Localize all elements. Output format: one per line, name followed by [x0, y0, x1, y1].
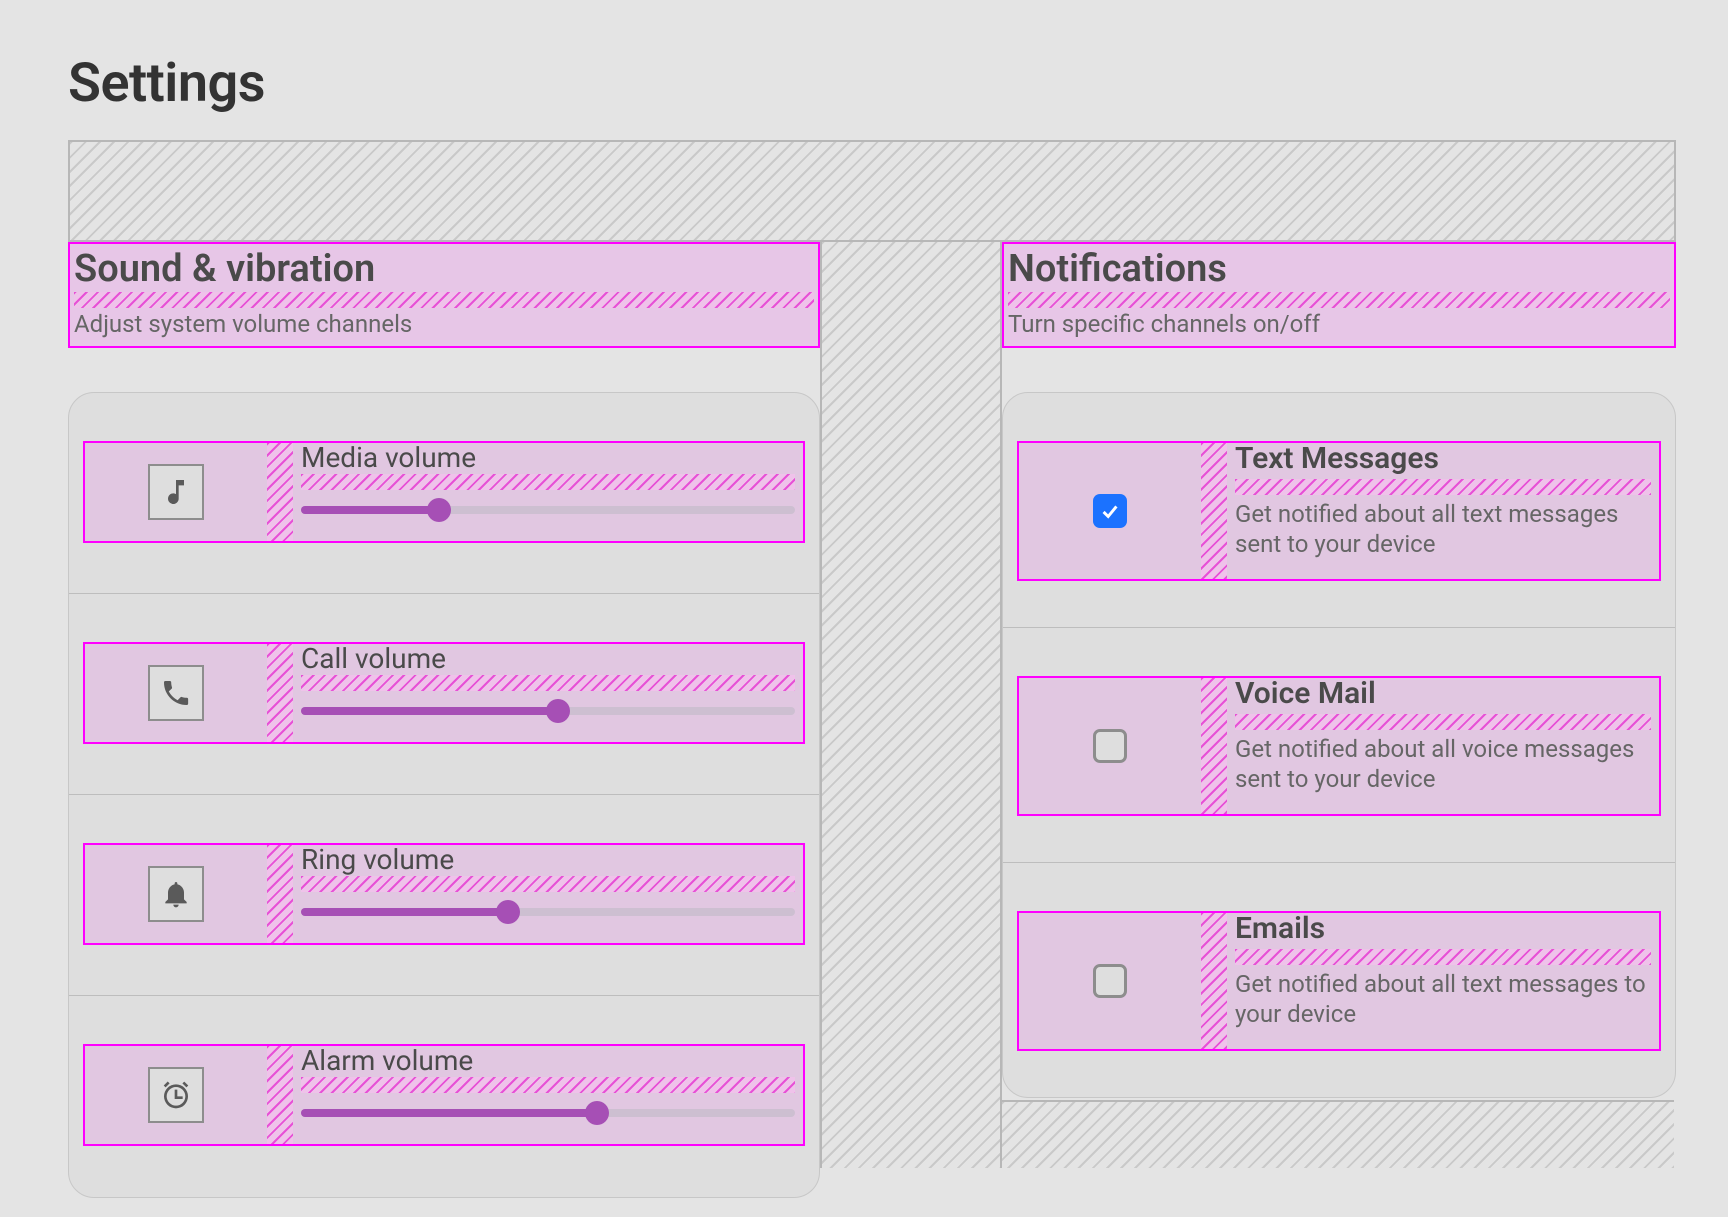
call-volume-slider[interactable] — [301, 697, 795, 725]
phone-icon — [148, 665, 204, 721]
ring-volume-slider[interactable] — [301, 898, 795, 926]
music-note-icon — [148, 464, 204, 520]
layout-band-middle — [820, 242, 1002, 1168]
volume-content: Alarm volume — [293, 1046, 803, 1144]
overlay-box: Ring volume — [83, 843, 805, 945]
page-title: Settings — [68, 52, 265, 115]
notification-row-text-messages: Text Messages Get notified about all tex… — [1003, 393, 1675, 628]
volume-content: Ring volume — [293, 845, 803, 943]
overlay-strip — [1201, 443, 1227, 579]
volume-label: Media volume — [301, 443, 795, 472]
sound-section-title: Sound & vibration — [74, 250, 814, 290]
sound-panel: Media volume Call volume — [68, 392, 820, 1198]
overlay-strip — [267, 443, 293, 541]
volume-row-alarm: Alarm volume — [69, 996, 819, 1197]
notification-content: Emails Get notified about all text messa… — [1227, 913, 1659, 1049]
volume-label: Alarm volume — [301, 1046, 795, 1075]
alarm-icon — [148, 1067, 204, 1123]
overlay-strip — [267, 845, 293, 943]
volume-icon-cell — [85, 845, 267, 943]
volume-icon-cell — [85, 443, 267, 541]
overlay-strip — [1235, 479, 1651, 495]
overlay-box: Text Messages Get notified about all tex… — [1017, 441, 1661, 581]
notification-title: Emails — [1235, 913, 1651, 945]
emails-checkbox[interactable] — [1093, 964, 1127, 998]
notification-checkbox-cell — [1019, 678, 1201, 814]
notification-title: Text Messages — [1235, 443, 1651, 475]
notification-row-emails: Emails Get notified about all text messa… — [1003, 863, 1675, 1098]
notification-content: Voice Mail Get notified about all voice … — [1227, 678, 1659, 814]
volume-row-call: Call volume — [69, 594, 819, 795]
text-messages-checkbox[interactable] — [1093, 494, 1127, 528]
notifications-panel: Text Messages Get notified about all tex… — [1002, 392, 1676, 1098]
notification-description: Get notified about all text messages sen… — [1235, 499, 1651, 559]
volume-label: Call volume — [301, 644, 795, 673]
notification-description: Get notified about all voice messages se… — [1235, 734, 1651, 794]
overlay-strip — [1235, 714, 1651, 730]
layout-band-top — [68, 140, 1676, 242]
sound-section-header: Sound & vibration Adjust system volume c… — [68, 242, 820, 348]
volume-row-media: Media volume — [69, 393, 819, 594]
overlay-strip — [301, 675, 795, 691]
notification-title: Voice Mail — [1235, 678, 1651, 710]
overlay-strip — [267, 644, 293, 742]
overlay-box: Voice Mail Get notified about all voice … — [1017, 676, 1661, 816]
notifications-section-title: Notifications — [1008, 250, 1670, 290]
volume-content: Media volume — [293, 443, 803, 541]
bell-icon — [148, 866, 204, 922]
volume-content: Call volume — [293, 644, 803, 742]
volume-label: Ring volume — [301, 845, 795, 874]
overlay-box: Emails Get notified about all text messa… — [1017, 911, 1661, 1051]
notifications-section-header: Notifications Turn specific channels on/… — [1002, 242, 1676, 348]
sound-section-subtitle: Adjust system volume channels — [74, 310, 814, 338]
voice-mail-checkbox[interactable] — [1093, 729, 1127, 763]
overlay-strip — [1201, 913, 1227, 1049]
notification-content: Text Messages Get notified about all tex… — [1227, 443, 1659, 579]
media-volume-slider[interactable] — [301, 496, 795, 524]
overlay-strip — [301, 1077, 795, 1093]
layout-band-right-tail — [1002, 1100, 1674, 1168]
overlay-box: Call volume — [83, 642, 805, 744]
notification-description: Get notified about all text messages to … — [1235, 969, 1651, 1029]
overlay-box: Media volume — [83, 441, 805, 543]
overlay-strip — [1008, 292, 1670, 308]
notification-checkbox-cell — [1019, 913, 1201, 1049]
overlay-strip — [267, 1046, 293, 1144]
alarm-volume-slider[interactable] — [301, 1099, 795, 1127]
overlay-strip — [74, 292, 814, 308]
overlay-strip — [1235, 949, 1651, 965]
notification-row-voice-mail: Voice Mail Get notified about all voice … — [1003, 628, 1675, 863]
volume-icon-cell — [85, 1046, 267, 1144]
overlay-strip — [301, 876, 795, 892]
overlay-strip — [1201, 678, 1227, 814]
overlay-box: Alarm volume — [83, 1044, 805, 1146]
volume-row-ring: Ring volume — [69, 795, 819, 996]
overlay-strip — [301, 474, 795, 490]
notification-checkbox-cell — [1019, 443, 1201, 579]
notifications-section-subtitle: Turn specific channels on/off — [1008, 310, 1670, 338]
volume-icon-cell — [85, 644, 267, 742]
